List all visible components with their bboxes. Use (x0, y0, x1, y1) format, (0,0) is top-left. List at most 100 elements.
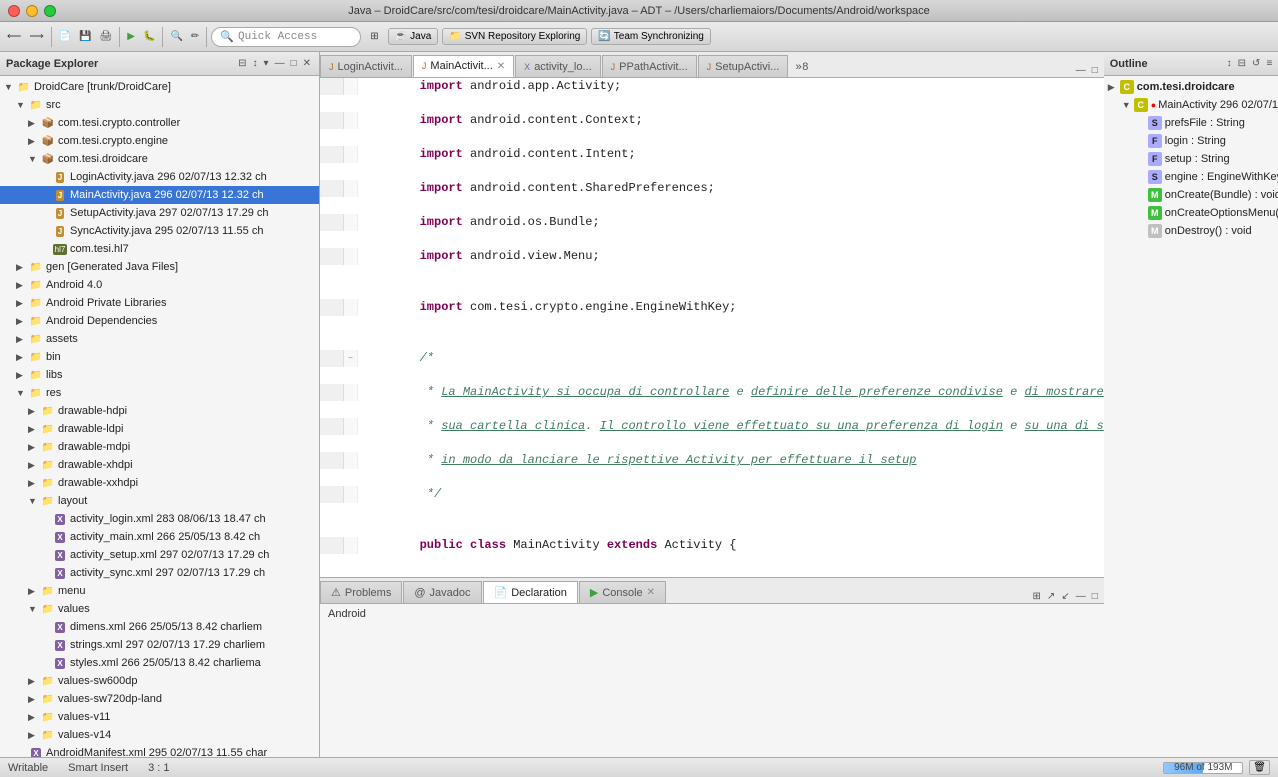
tree-item[interactable]: Xstyles.xml 266 25/05/13 8.42 charliema (0, 654, 319, 672)
toolbar-btn-perspective-switch[interactable]: ⊞ (367, 29, 381, 44)
tree-item[interactable]: ▶📁assets (0, 330, 319, 348)
tree-item[interactable]: ▶📁values-v11 (0, 708, 319, 726)
tree-item[interactable]: ▶📁libs (0, 366, 319, 384)
tree-item[interactable]: ▶📦com.tesi.crypto.controller (0, 114, 319, 132)
outline-hide-btn[interactable]: ⊟ (1236, 57, 1248, 70)
tree-item[interactable]: ▶📁values-sw720dp-land (0, 690, 319, 708)
tree-item[interactable]: ▶📁drawable-hdpi (0, 402, 319, 420)
tab-problems[interactable]: ⚠ Problems (320, 581, 402, 603)
perspective-java[interactable]: ☕ Java (388, 28, 439, 45)
tree-item[interactable]: ▶📁Android 4.0 (0, 276, 319, 294)
tree-item[interactable]: ▶📁gen [Generated Java Files] (0, 258, 319, 276)
toolbar-btn-print[interactable]: 🖨 (97, 29, 116, 44)
tab-console-close[interactable]: ✕ (647, 587, 655, 598)
maximize-button[interactable] (44, 5, 56, 17)
outline-item[interactable]: Sengine : EngineWithKey (1104, 168, 1278, 186)
pe-collapse-btn[interactable]: ⊟ (236, 57, 248, 70)
bottom-toolbar-btn3[interactable]: ↙ (1059, 590, 1071, 603)
tree-item[interactable]: ▶📁values-sw600dp (0, 672, 319, 690)
tree-item[interactable]: Xstrings.xml 297 02/07/13 17.29 charliem (0, 636, 319, 654)
toolbar-btn-1[interactable]: ⟵ (4, 29, 24, 44)
outline-sync-btn[interactable]: ↺ (1250, 57, 1262, 70)
tab-ppathactivity[interactable]: J PPathActivit... (602, 55, 697, 77)
toolbar-btn-refactor[interactable]: ✏ (188, 29, 202, 44)
pe-minimize-btn[interactable]: — (273, 57, 287, 70)
outline-item[interactable]: MonCreate(Bundle) : void (1104, 186, 1278, 204)
editor-maximize-btn[interactable]: □ (1090, 64, 1100, 77)
outline-item[interactable]: MonCreateOptionsMenu(Menu) : b (1104, 204, 1278, 222)
toolbar-btn-new[interactable]: 📄 (56, 29, 74, 44)
tab-mainactivity[interactable]: J MainActivit... ✕ (413, 55, 514, 77)
outline-sort-btn[interactable]: ↕ (1225, 57, 1234, 70)
outline-item[interactable]: ▼C●MainActivity 296 02/07/13 12.32 (1104, 96, 1278, 114)
pe-close-btn[interactable]: ✕ (301, 57, 313, 70)
tree-item[interactable]: ▼📁res (0, 384, 319, 402)
bottom-toolbar-btn1[interactable]: ⊞ (1031, 590, 1043, 603)
tree-node-icon: hl7 (52, 241, 68, 257)
memory-indicator[interactable]: 96M of 193M 🗑 (1163, 760, 1270, 775)
tree-item[interactable]: ▶📁drawable-ldpi (0, 420, 319, 438)
tab-javadoc-label: Javadoc (430, 587, 471, 599)
tree-item[interactable]: ▼📁layout (0, 492, 319, 510)
tree-item[interactable]: Xactivity_sync.xml 297 02/07/13 17.29 ch (0, 564, 319, 582)
tab-console[interactable]: ▶ Console ✕ (579, 581, 666, 603)
outline-item[interactable]: Fsetup : String (1104, 150, 1278, 168)
tree-item[interactable]: ▶📁drawable-xhdpi (0, 456, 319, 474)
editor-minimize-btn[interactable]: — (1074, 64, 1088, 77)
tree-item[interactable]: ▶📁menu (0, 582, 319, 600)
bottom-toolbar-btn2[interactable]: ↗ (1045, 590, 1057, 603)
tree-item[interactable]: ▶📁drawable-mdpi (0, 438, 319, 456)
tree-item[interactable]: ▶📁values-v14 (0, 726, 319, 744)
tab-setupactivity[interactable]: J SetupActivi... (698, 55, 789, 77)
code-editor[interactable]: import android.app.Activity; import andr… (320, 78, 1104, 577)
tree-item[interactable]: ▶📁bin (0, 348, 319, 366)
tab-activity-lo[interactable]: X activity_lo... (515, 55, 600, 77)
tree-item[interactable]: ▼📦com.tesi.droidcare (0, 150, 319, 168)
pe-menu-btn[interactable]: ▾ (262, 57, 271, 70)
tree-item[interactable]: Xactivity_setup.xml 297 02/07/13 17.29 c… (0, 546, 319, 564)
outline-item[interactable]: SprefsFile : String (1104, 114, 1278, 132)
tree-item[interactable]: ▼📁DroidCare [trunk/DroidCare] (0, 78, 319, 96)
pe-maximize-btn[interactable]: □ (289, 57, 299, 70)
outline-item[interactable]: Flogin : String (1104, 132, 1278, 150)
outline-item[interactable]: MonDestroy() : void (1104, 222, 1278, 240)
toolbar-btn-debug[interactable]: 🐛 (140, 29, 158, 44)
tree-item[interactable]: Xdimens.xml 266 25/05/13 8.42 charliem (0, 618, 319, 636)
gc-button[interactable]: 🗑 (1249, 760, 1270, 775)
toolbar-btn-2[interactable]: ⟶ (26, 29, 46, 44)
tab-overflow[interactable]: »8 (789, 59, 814, 77)
pe-sync-btn[interactable]: ↕ (251, 57, 260, 70)
tree-item[interactable]: ▶📦com.tesi.crypto.engine (0, 132, 319, 150)
close-button[interactable] (8, 5, 20, 17)
tab-mainactivity-close[interactable]: ✕ (497, 61, 505, 72)
tab-mainactivity-icon: J (422, 61, 427, 71)
tree-item[interactable]: JSetupActivity.java 297 02/07/13 17.29 c… (0, 204, 319, 222)
tree-item[interactable]: JLoginActivity.java 296 02/07/13 12.32 c… (0, 168, 319, 186)
tab-javadoc[interactable]: @ Javadoc (403, 581, 481, 603)
minimize-button[interactable] (26, 5, 38, 17)
perspective-team[interactable]: 🔄 Team Synchronizing (591, 28, 711, 45)
outline-filter-btn[interactable]: ≡ (1264, 57, 1274, 70)
tree-item[interactable]: ▼📁values (0, 600, 319, 618)
tree-item[interactable]: JSyncActivity.java 295 02/07/13 11.55 ch (0, 222, 319, 240)
toolbar-btn-search[interactable]: 🔍 (167, 29, 185, 44)
tree-item[interactable]: ▶📁Android Private Libraries (0, 294, 319, 312)
quick-access-search[interactable]: 🔍 Quick Access (211, 27, 361, 47)
perspective-svn[interactable]: 📁 SVN Repository Exploring (442, 28, 587, 45)
tree-item[interactable]: ▶📁drawable-xxhdpi (0, 474, 319, 492)
bottom-minimize-btn[interactable]: — (1074, 590, 1088, 603)
outline-item[interactable]: ▶Ccom.tesi.droidcare (1104, 78, 1278, 96)
tree-item[interactable]: Xactivity_login.xml 283 08/06/13 18.47 c… (0, 510, 319, 528)
tab-loginactivity[interactable]: J LoginActivit... (320, 55, 412, 77)
tree-item[interactable]: Xactivity_main.xml 266 25/05/13 8.42 ch (0, 528, 319, 546)
outline-node-icon: M (1148, 224, 1162, 238)
tree-item[interactable]: JMainActivity.java 296 02/07/13 12.32 ch (0, 186, 319, 204)
tree-item[interactable]: ▶📁Android Dependencies (0, 312, 319, 330)
tree-item-label: com.tesi.droidcare (58, 153, 148, 165)
toolbar-btn-run[interactable]: ▶ (124, 29, 138, 44)
bottom-maximize-btn[interactable]: □ (1090, 590, 1100, 603)
tree-item[interactable]: ▼📁src (0, 96, 319, 114)
tab-declaration[interactable]: 📄 Declaration (483, 581, 578, 603)
toolbar-btn-save[interactable]: 💾 (76, 29, 94, 44)
tree-item[interactable]: hl7com.tesi.hl7 (0, 240, 319, 258)
